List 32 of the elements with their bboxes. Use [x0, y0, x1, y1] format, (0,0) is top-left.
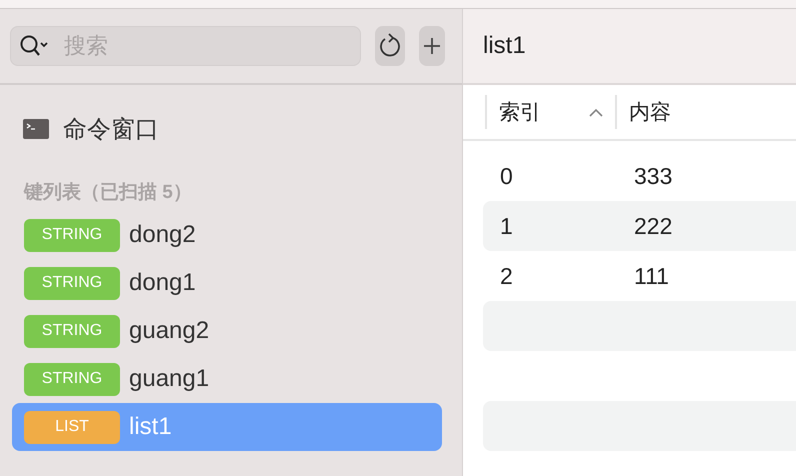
column-header[interactable]: 内容 — [615, 95, 683, 129]
table-cell-text: 333 — [633, 162, 672, 190]
key-name: list1 — [129, 413, 172, 441]
column-label: 索引 — [499, 100, 541, 126]
terminal-icon — [23, 119, 49, 139]
key-name: dong2 — [129, 221, 196, 249]
type-tag: STRING — [24, 362, 120, 396]
command-window-link[interactable]: 命令窗口 — [63, 113, 159, 145]
key-item[interactable]: STRING dong1 — [12, 259, 442, 307]
column-label: 内容 — [629, 100, 671, 126]
key-name: dong1 — [129, 269, 196, 297]
refresh-button[interactable] — [375, 26, 405, 66]
key-list-heading: 键列表（已扫描 5） — [22, 181, 193, 205]
type-tag: STRING — [24, 314, 120, 348]
type-tag: STRING — [24, 266, 120, 300]
refresh-icon — [378, 33, 402, 59]
table-cell-text: 1 — [499, 212, 514, 240]
key-item[interactable]: STRING guang2 — [12, 307, 442, 355]
add-button[interactable] — [418, 26, 445, 66]
table-cell-text: 222 — [633, 212, 672, 240]
key-name: guang1 — [129, 365, 210, 393]
key-title: list1 — [483, 32, 526, 60]
table-cell-text: 0 — [499, 162, 514, 190]
column-header[interactable]: 索引 — [485, 95, 615, 129]
plus-icon — [422, 37, 441, 55]
key-name: guang2 — [129, 317, 210, 345]
key-item[interactable]: STRING guang1 — [12, 355, 442, 403]
type-tag: STRING — [24, 218, 120, 252]
type-tag: LIST — [24, 410, 120, 444]
table-cell-text: 111 — [633, 262, 669, 290]
table-cell-text: 2 — [499, 262, 514, 290]
key-item[interactable]: STRING dong2 — [12, 211, 442, 259]
